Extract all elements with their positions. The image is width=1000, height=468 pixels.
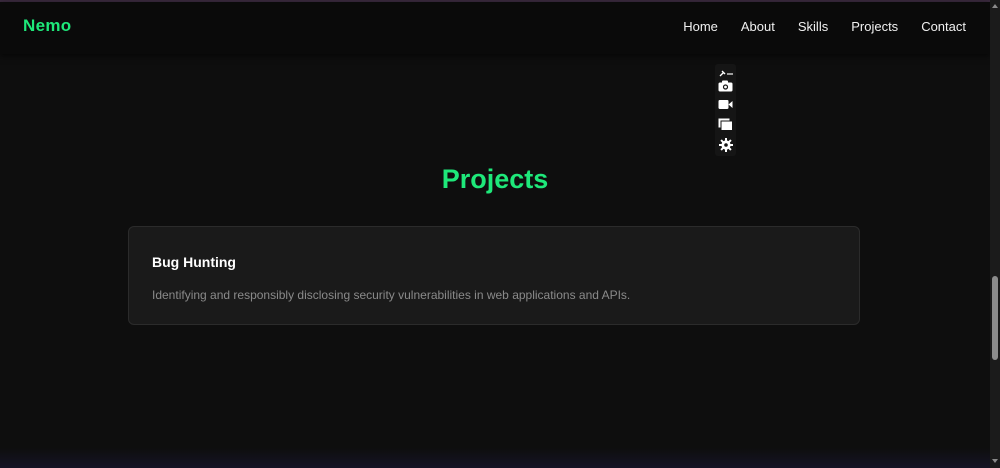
gear-icon[interactable] bbox=[717, 136, 734, 153]
window-icon[interactable] bbox=[717, 116, 734, 133]
camera-icon[interactable] bbox=[717, 77, 734, 94]
navbar: Nemo Home About Skills Projects Contact bbox=[0, 2, 990, 54]
project-card[interactable]: Bug Hunting Identifying and responsibly … bbox=[128, 226, 860, 325]
video-camera-icon[interactable] bbox=[717, 96, 734, 113]
bottom-gradient bbox=[0, 448, 990, 468]
nav-link-projects[interactable]: Projects bbox=[851, 19, 898, 34]
floating-capture-toolbar bbox=[715, 64, 736, 156]
scroll-up-arrow-icon[interactable] bbox=[992, 4, 998, 8]
nav-link-contact[interactable]: Contact bbox=[921, 19, 966, 34]
section-title: Projects bbox=[441, 164, 549, 194]
scrollbar-thumb[interactable] bbox=[992, 276, 998, 360]
nav-link-skills[interactable]: Skills bbox=[798, 19, 828, 34]
nav-menu: Home About Skills Projects Contact bbox=[683, 19, 966, 34]
nav-link-about[interactable]: About bbox=[741, 19, 775, 34]
scroll-down-arrow-icon[interactable] bbox=[992, 459, 998, 463]
brand-logo[interactable]: Nemo bbox=[23, 16, 71, 36]
project-card-description: Identifying and responsibly disclosing s… bbox=[152, 288, 631, 302]
scrollbar-track[interactable] bbox=[990, 0, 1000, 468]
nav-link-home[interactable]: Home bbox=[683, 19, 718, 34]
project-card-title: Bug Hunting bbox=[152, 254, 236, 270]
